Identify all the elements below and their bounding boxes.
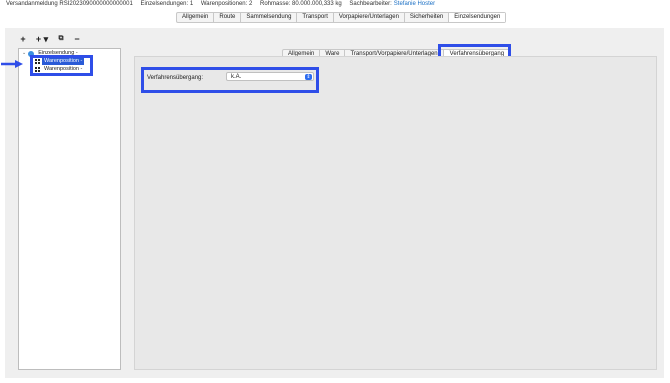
remove-button[interactable]: − (72, 34, 82, 44)
tree-highlight (30, 55, 93, 76)
tab-sicherheiten[interactable]: Sicherheiten (405, 13, 450, 22)
copy-icon[interactable]: ⧉ (56, 34, 66, 44)
rohmasse: Rohmasse: 80.000.000,333 kg (260, 1, 342, 7)
tab-allgemein[interactable]: Allgemein (177, 13, 215, 22)
tab-sammelsendung[interactable]: Sammelsendung (241, 13, 298, 22)
main-tab-bar: Allgemein Route Sammelsendung Transport … (176, 12, 507, 23)
tab-vorpapiere[interactable]: Vorpapiere/Unterlagen (334, 13, 405, 22)
tree-panel: ⌄ Einzelsendung - Warenposition - Warenp… (18, 48, 121, 370)
warenpositionen-count: Warenpositionen: 2 (200, 1, 253, 7)
document-id: Versandanmeldung RSI2023090000000000001 (6, 1, 133, 7)
sachbearbeiter-label: Sachbearbeiter: (349, 1, 392, 7)
add-button[interactable]: + (18, 34, 28, 44)
arrow-icon (1, 60, 23, 68)
add-menu-button[interactable]: + ▾ (34, 34, 50, 44)
header-info: Versandanmeldung RSI2023090000000000001 … (6, 0, 441, 10)
tab-route[interactable]: Route (214, 13, 242, 22)
tree-toolbar: + + ▾ ⧉ − (18, 34, 82, 44)
form-highlight (141, 67, 319, 93)
tab-transport[interactable]: Transport (297, 13, 334, 22)
tab-einzelsendungen[interactable]: Einzelsendungen (449, 13, 506, 22)
chevron-down-icon[interactable]: ⌄ (22, 50, 26, 57)
sachbearbeiter-name[interactable]: Stefanie Hoster (394, 1, 435, 7)
content-panel (134, 56, 657, 370)
einzelsendungen-count: Einzelsendungen: 1 (140, 1, 194, 7)
